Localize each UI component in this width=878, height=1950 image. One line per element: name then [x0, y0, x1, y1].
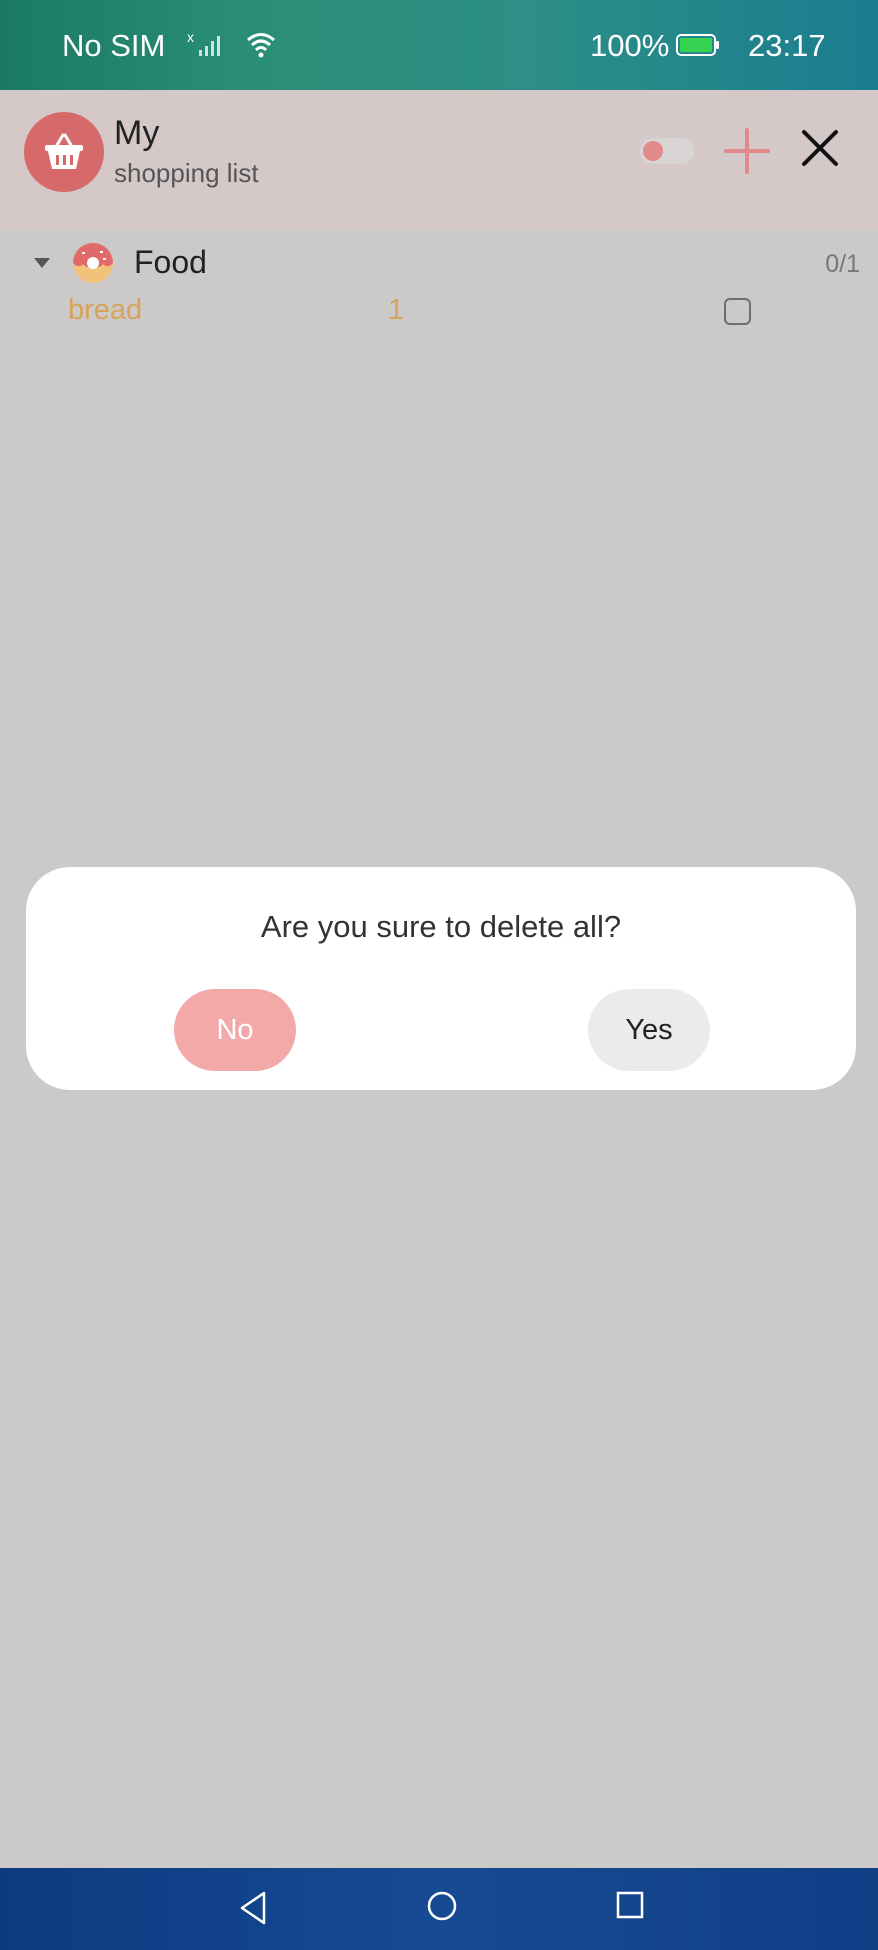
toggle-knob	[643, 141, 663, 161]
battery-icon	[676, 34, 719, 56]
close-icon[interactable]	[800, 128, 840, 168]
toggle-switch[interactable]	[640, 138, 694, 164]
svg-text:x: x	[187, 30, 194, 45]
donut-icon	[73, 243, 113, 283]
app-header: My shopping list	[0, 90, 878, 230]
plus-icon[interactable]	[722, 126, 772, 176]
no-button[interactable]: No	[174, 989, 296, 1071]
list-item[interactable]: bread 1	[0, 290, 878, 330]
item-name: bread	[68, 294, 143, 326]
clock: 23:17	[748, 28, 826, 63]
category-count: 0/1	[825, 250, 860, 278]
item-checkbox[interactable]	[724, 298, 751, 325]
yes-button[interactable]: Yes	[588, 989, 710, 1071]
dialog-message: Are you sure to delete all?	[260, 909, 622, 944]
wifi-icon	[247, 33, 275, 58]
recent-apps-icon[interactable]	[615, 1890, 645, 1920]
page-title: My	[114, 114, 160, 152]
page-subtitle: shopping list	[114, 158, 259, 188]
category-row[interactable]: Food 0/1	[0, 236, 878, 288]
confirm-dialog: Are you sure to delete all? No Yes	[26, 867, 856, 1090]
category-name: Food	[134, 244, 207, 280]
signal-icon: x	[187, 30, 220, 56]
item-quantity: 1	[388, 294, 405, 326]
status-bar: No SIM x 100% 23:17	[0, 0, 878, 90]
battery-percent: 100%	[590, 28, 670, 63]
caret-down-icon[interactable]	[32, 256, 52, 270]
home-icon[interactable]	[426, 1890, 458, 1922]
navigation-bar	[0, 1868, 878, 1950]
shopping-basket-icon	[24, 112, 104, 192]
back-icon[interactable]	[238, 1890, 268, 1926]
carrier-label: No SIM	[62, 28, 166, 63]
